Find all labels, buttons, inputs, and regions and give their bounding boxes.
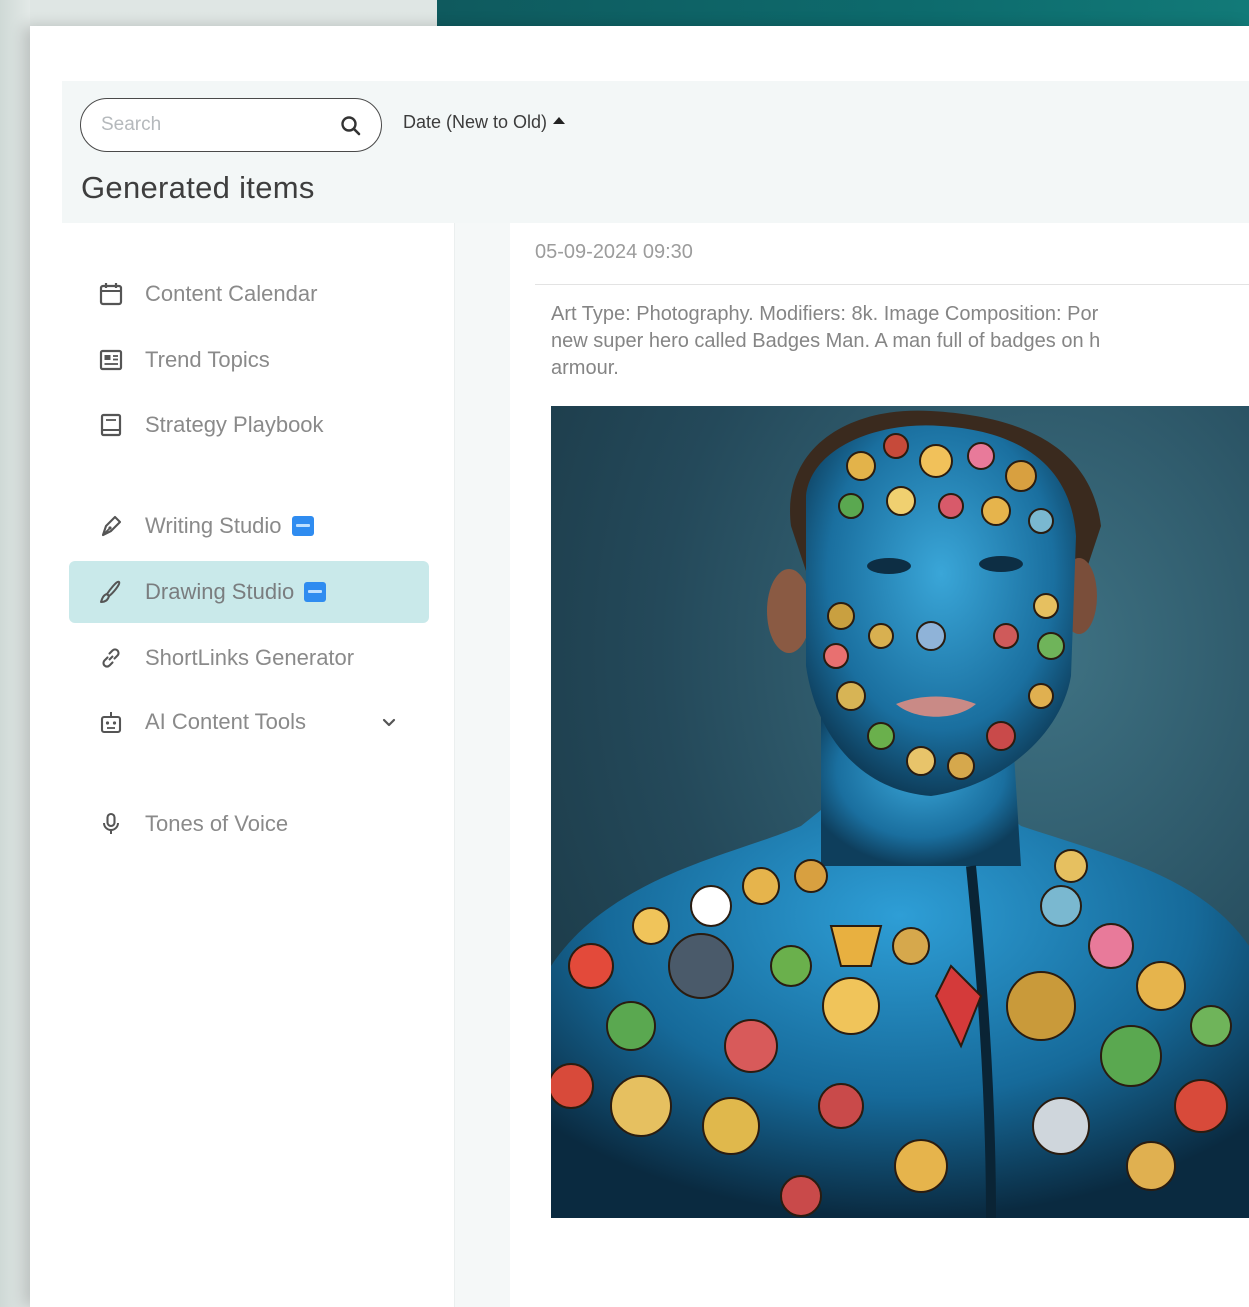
top-accent-bar <box>437 0 1249 28</box>
sidebar-item-label-wrap: Writing Studio <box>145 513 314 539</box>
sidebar-item-trend-topics[interactable]: Trend Topics <box>69 329 429 391</box>
sidebar-gutter <box>454 223 510 1307</box>
sidebar-item-strategy-playbook[interactable]: Strategy Playbook <box>69 394 429 456</box>
pen-nib-icon <box>97 512 125 540</box>
sidebar-item-label: Content Calendar <box>145 281 318 306</box>
sidebar-item-ai-content-tools[interactable]: AI Content Tools <box>69 691 429 753</box>
sidebar-item-label: Drawing Studio <box>145 579 295 604</box>
new-badge-icon <box>291 516 314 536</box>
brush-icon <box>97 578 125 606</box>
microphone-icon <box>97 810 125 838</box>
sidebar-item-drawing-studio[interactable]: Drawing Studio <box>69 561 429 623</box>
sort-dropdown[interactable]: Date (New to Old) <box>403 110 566 134</box>
search-icon[interactable] <box>338 113 364 139</box>
search-box[interactable] <box>80 98 382 152</box>
page-title: Generated items <box>81 170 315 205</box>
sort-label: Date (New to Old) <box>403 111 548 132</box>
sidebar-item-label: Writing Studio <box>145 513 282 538</box>
sidebar-item-shortlinks-generator[interactable]: ShortLinks Generator <box>69 627 429 689</box>
item-prompt: Art Type: Photography. Modifiers: 8k. Im… <box>551 301 1249 382</box>
window-edge <box>0 0 30 1307</box>
sidebar-item-label-wrap: Drawing Studio <box>145 579 327 605</box>
chevron-down-icon[interactable] <box>379 712 399 732</box>
prompt-line: armour. <box>551 357 619 379</box>
sidebar-item-label: Strategy Playbook <box>145 412 324 437</box>
search-input[interactable] <box>101 113 331 137</box>
generated-image-illustration <box>551 410 1249 1218</box>
newspaper-icon <box>97 346 125 374</box>
sidebar-item-label: ShortLinks Generator <box>145 645 355 670</box>
sidebar-item-label: Trend Topics <box>145 347 270 372</box>
sidebar-item-tones-of-voice[interactable]: Tones of Voice <box>69 793 429 855</box>
sidebar-item-label: AI Content Tools <box>145 709 307 734</box>
new-badge-icon <box>304 582 327 602</box>
sidebar-item-label: Tones of Voice <box>145 811 289 836</box>
robot-icon <box>97 708 125 736</box>
prompt-line: Art Type: Photography. Modifiers: 8k. Im… <box>551 303 1099 325</box>
prompt-line: new super hero called Badges Man. A man … <box>551 330 1101 352</box>
generated-image[interactable] <box>551 406 1249 1218</box>
divider <box>535 284 1249 285</box>
item-timestamp: 05-09-2024 09:30 <box>535 241 693 263</box>
sidebar-item-writing-studio[interactable]: Writing Studio <box>69 495 429 557</box>
sidebar-item-content-calendar[interactable]: Content Calendar <box>69 263 429 325</box>
link-icon <box>97 644 125 672</box>
book-icon <box>97 411 125 439</box>
sort-arrow-icon <box>553 116 566 124</box>
calendar-icon <box>97 280 125 308</box>
